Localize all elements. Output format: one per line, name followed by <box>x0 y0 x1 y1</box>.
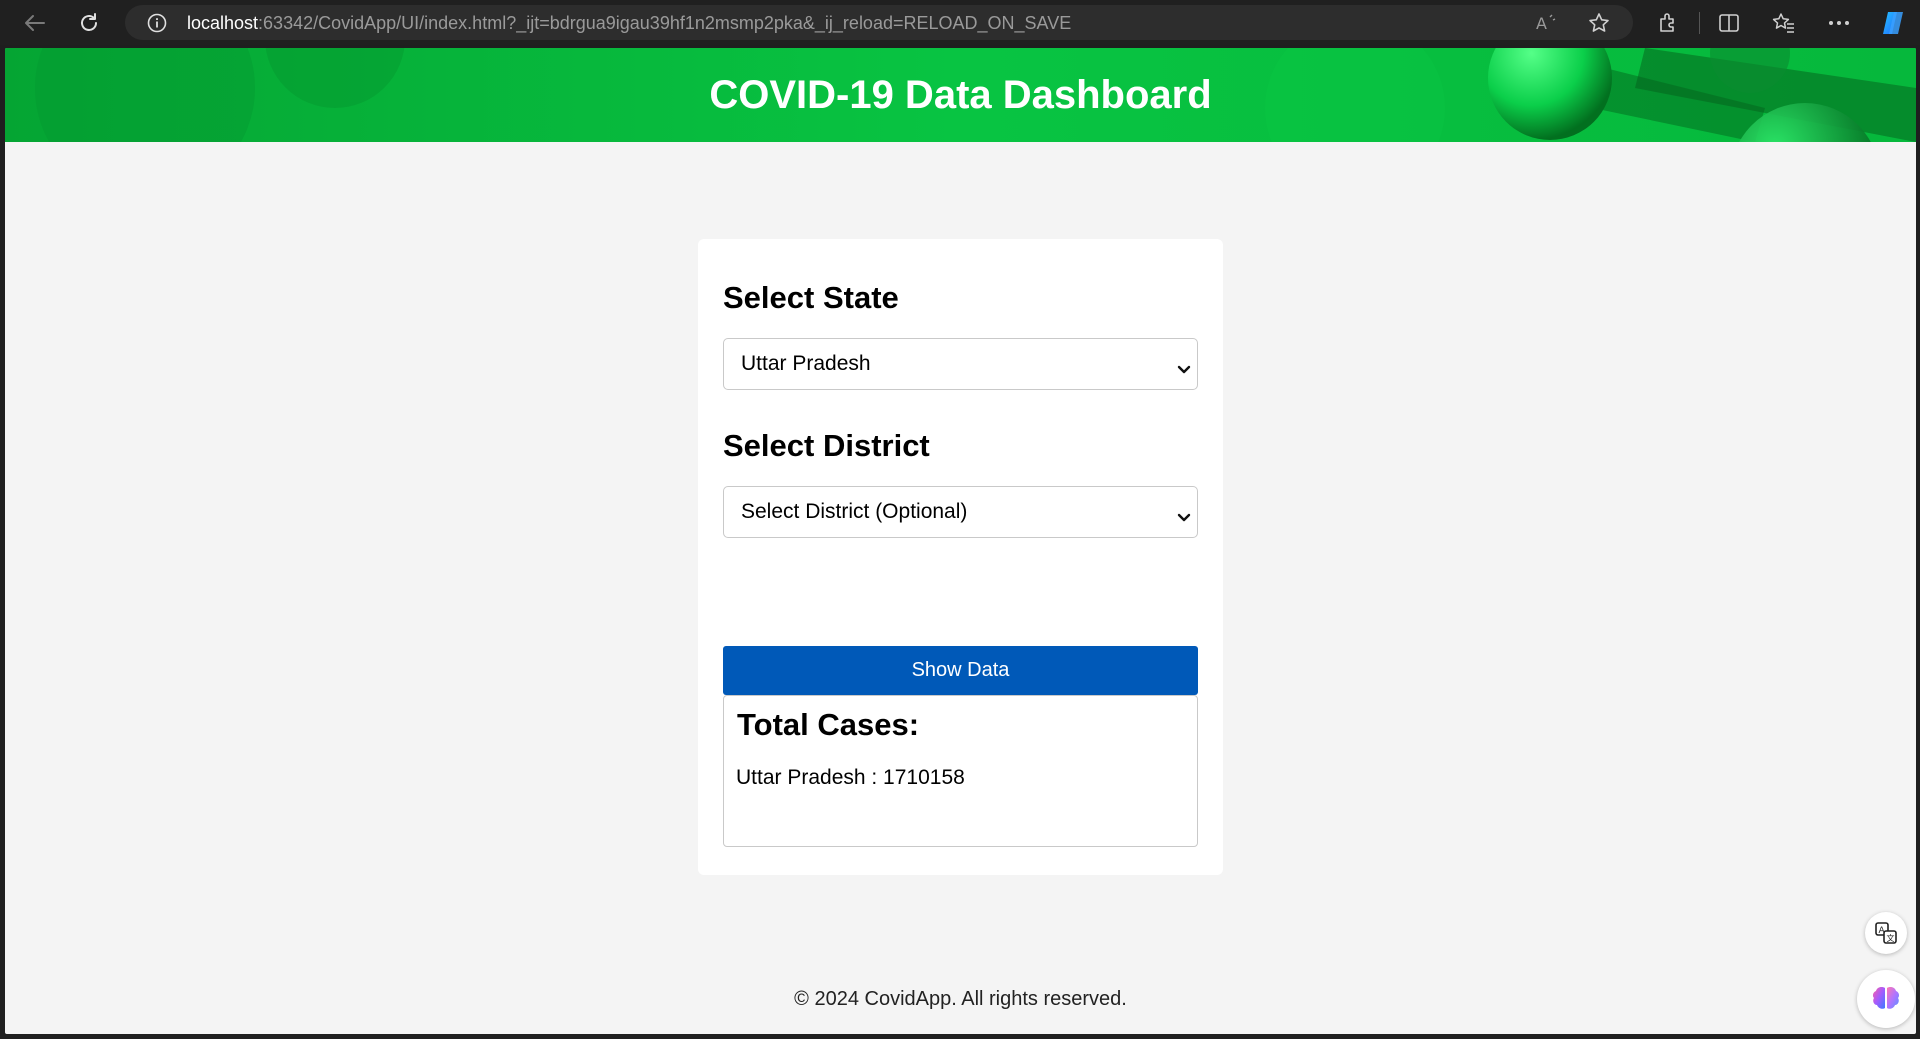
favorites-icon[interactable] <box>1768 8 1800 38</box>
chevron-down-icon <box>1177 505 1191 529</box>
copilot-icon[interactable] <box>1877 8 1909 38</box>
result-title: Total Cases: <box>737 707 920 742</box>
chevron-down-icon <box>1177 357 1191 381</box>
state-select-value: Uttar Pradesh <box>741 352 871 375</box>
svg-text:A: A <box>1536 14 1547 33</box>
page-viewport: COVID-19 Data Dashboard Select State Utt… <box>5 48 1916 1034</box>
show-data-button[interactable]: Show Data <box>723 646 1198 695</box>
district-select-value: Select District (Optional) <box>741 500 968 523</box>
refresh-icon[interactable] <box>73 8 105 38</box>
district-select[interactable]: Select District (Optional) <box>723 486 1198 538</box>
translate-icon[interactable]: A文 <box>1865 912 1907 954</box>
brain-icon[interactable] <box>1857 970 1915 1028</box>
toolbar-divider <box>1699 12 1700 34</box>
district-heading: Select District <box>723 428 930 463</box>
split-screen-icon[interactable] <box>1713 8 1745 38</box>
extensions-icon[interactable] <box>1652 8 1684 38</box>
footer-text: © 2024 CovidApp. All rights reserved. <box>794 988 1127 1010</box>
url-path: :63342/CovidApp/UI/index.html?_ijt=bdrgu… <box>258 13 1072 33</box>
url-text[interactable]: localhost:63342/CovidApp/UI/index.html?_… <box>187 13 1071 34</box>
selection-card: Select State Uttar Pradesh Select Distri… <box>698 239 1223 875</box>
address-bar[interactable]: localhost:63342/CovidApp/UI/index.html?_… <box>125 5 1633 40</box>
state-select[interactable]: Uttar Pradesh <box>723 338 1198 390</box>
page-title: COVID-19 Data Dashboard <box>709 72 1212 117</box>
site-info-icon[interactable] <box>147 13 167 38</box>
back-icon[interactable] <box>19 8 51 38</box>
favorite-star-icon[interactable] <box>1588 12 1610 39</box>
result-line: Uttar Pradesh : 1710158 <box>736 766 965 789</box>
window-bottom-edge <box>0 1034 1920 1039</box>
more-icon[interactable] <box>1823 8 1855 38</box>
browser-toolbar: localhost:63342/CovidApp/UI/index.html?_… <box>0 0 1920 45</box>
result-panel: Total Cases: Uttar Pradesh : 1710158 <box>723 695 1198 847</box>
state-heading: Select State <box>723 280 899 315</box>
url-host: localhost <box>187 13 259 33</box>
header-banner: COVID-19 Data Dashboard <box>5 48 1916 142</box>
svg-text:文: 文 <box>1887 933 1895 943</box>
read-aloud-icon[interactable]: A <box>1535 13 1559 38</box>
